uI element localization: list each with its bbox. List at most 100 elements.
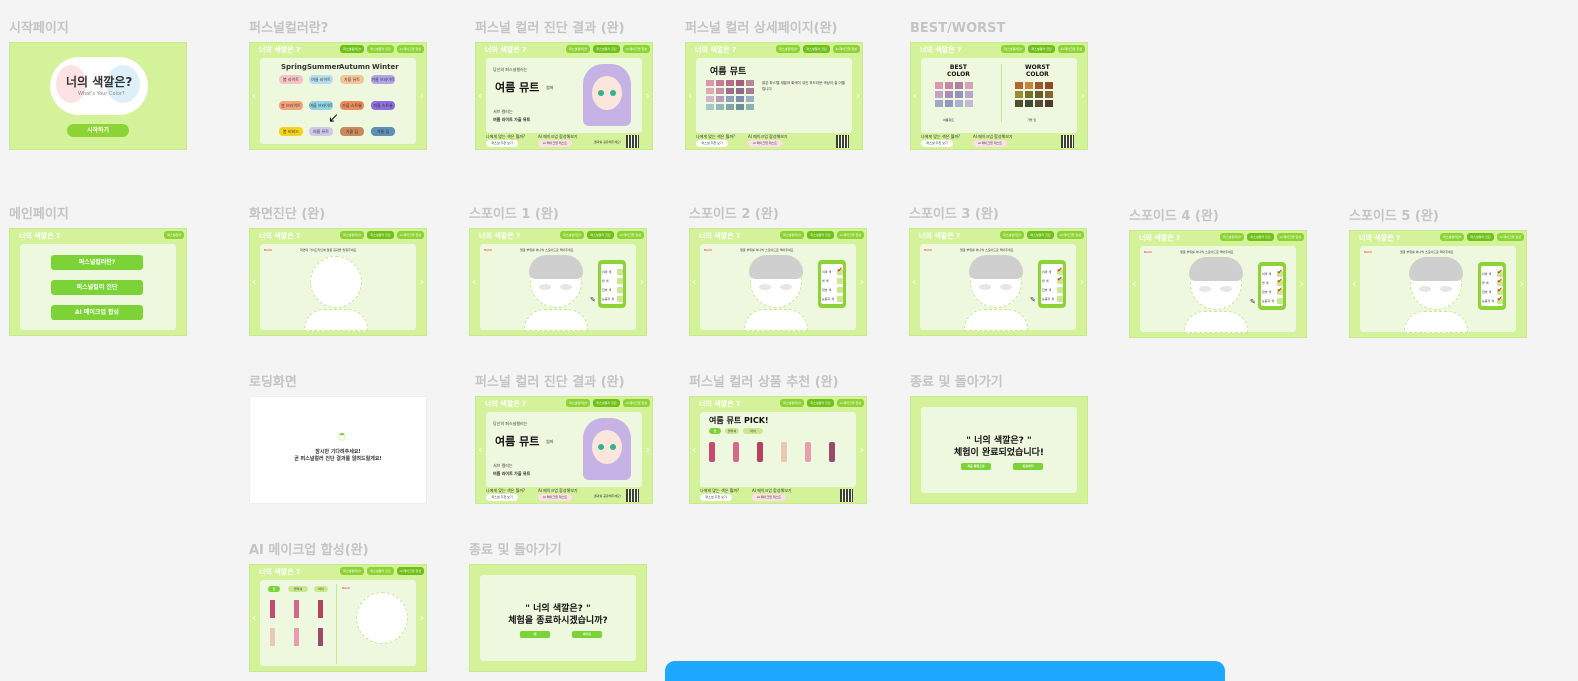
tab-ai-makeup[interactable]: AI 메이크업 합성 [1276, 233, 1304, 241]
tab-diagnosis[interactable]: 퍼스널컬러 진단 [807, 231, 834, 239]
next-arrow-icon[interactable]: › [420, 89, 424, 103]
ai-makeup-button[interactable]: AI 메이크업 테스트 [752, 494, 786, 501]
tab-ai-makeup[interactable]: AI 메이크업 합성 [836, 231, 864, 239]
check-box[interactable] [1277, 286, 1283, 295]
back-link[interactable]: BACK [1364, 250, 1372, 254]
exit-button[interactable]: 종료하기 [1013, 463, 1043, 470]
tab-diagnosis[interactable]: 퍼스널컬러 진단 [807, 399, 834, 407]
check-box[interactable] [617, 287, 623, 293]
tab-diagnosis[interactable]: 퍼스널컬러 진단 [1247, 233, 1274, 241]
tab-ai-makeup[interactable]: AI 메이크업 합성 [1496, 233, 1524, 241]
check-box[interactable] [1497, 295, 1503, 304]
next-arrow-icon[interactable]: › [860, 443, 864, 457]
frame-screen-diagnosis[interactable]: 너의 색깔은 ? 퍼스널컬러란? 퍼스널컬러 진단 AI 메이크업 합성 BACK … [249, 228, 427, 336]
back-link[interactable]: BACK [704, 248, 712, 252]
product-image[interactable] [270, 628, 275, 646]
next-arrow-icon[interactable]: › [1520, 277, 1524, 291]
next-arrow-icon[interactable]: › [1300, 277, 1304, 291]
yes-button[interactable]: 예 [520, 631, 550, 638]
frame-ai-makeup[interactable]: 너의 색깔은 ? 퍼스널컬러란? 퍼스널컬러 진단 AI 메이크업 합성 립 블러셔… [249, 564, 427, 672]
check-box[interactable] [837, 296, 843, 302]
product-image[interactable] [757, 442, 763, 462]
frame-end-1[interactable]: " 너의 색깔은? " 체험이 완료되었습니다! 처음 화면으로 종료하기 [910, 396, 1088, 504]
chip-summer-bright[interactable]: 여름 브라이트 [309, 101, 333, 110]
tab-lip[interactable]: 립 [709, 428, 721, 434]
frame-spoid-5[interactable]: 너의 색깔은 ? 퍼스널컬러란? 퍼스널컬러 진단 AI 메이크업 합성 BACK … [1349, 230, 1527, 338]
tab-personal-color[interactable]: 퍼스널컬러란? [780, 231, 805, 239]
frame-recommend[interactable]: 너의 색깔은 ? 퍼스널컬러란? 퍼스널컬러 진단 AI 메이크업 합성 여름 뮤트… [689, 396, 867, 504]
chip-autumn-deep[interactable]: 가을 딥 [340, 127, 364, 136]
tab-ai-makeup[interactable]: AI 메이크업 합성 [1056, 231, 1084, 239]
tab-lip[interactable]: 립 [268, 586, 280, 592]
product-image[interactable] [270, 600, 275, 618]
prev-arrow-icon[interactable]: ‹ [252, 89, 256, 103]
chip-autumn-strong[interactable]: 가을 스트롱 [340, 101, 364, 110]
prev-arrow-icon[interactable]: ‹ [1132, 277, 1136, 291]
check-box[interactable] [1277, 298, 1283, 304]
tab-personal-color[interactable]: 퍼스널컬러란? [776, 45, 801, 53]
tab-personal-color[interactable]: 퍼스널컬러란? [340, 567, 365, 575]
check-box[interactable] [617, 296, 623, 302]
menu-ai-makeup-button[interactable]: AI 메이크업 합성 [51, 305, 143, 320]
check-box[interactable] [1057, 296, 1063, 302]
eyedropper-icon[interactable]: ✎ [1030, 296, 1036, 304]
frame-result-2[interactable]: 너의 색깔은 ? 퍼스널컬러란? 퍼스널컬러 진단 AI 메이크업 합성 당신의 퍼… [475, 396, 653, 504]
tab-ai-makeup[interactable]: AI 메이크업 합성 [832, 45, 860, 53]
tab-personal-color[interactable]: 퍼스널컬러란? [566, 399, 591, 407]
tab-diagnosis[interactable]: 퍼스널컬러 진단 [803, 45, 830, 53]
next-arrow-icon[interactable]: › [420, 275, 424, 289]
recommend-button[interactable]: 퍼스널 추천 보기 [700, 494, 732, 501]
frame-spoid-2[interactable]: 너의 색깔은 ? 퍼스널컬러란? 퍼스널컬러 진단 AI 메이크업 합성 BACK … [689, 228, 867, 336]
tab-blusher[interactable]: 블러셔 [725, 428, 739, 434]
tab-blusher[interactable]: 블러셔 [288, 586, 308, 592]
chip-spring-bright[interactable]: 봄 브라이트 [279, 101, 303, 110]
frame-best-worst[interactable]: 너의 색깔은 ? 퍼스널컬러란? 퍼스널컬러 진단 AI 메이크업 합성 BEST … [910, 42, 1088, 150]
prev-arrow-icon[interactable]: ‹ [913, 89, 917, 103]
prev-arrow-icon[interactable]: ‹ [478, 443, 482, 457]
tab-personal-color[interactable]: 퍼스널컬러란? [566, 45, 591, 53]
chip-winter-strong[interactable]: 겨울 스트롱 [371, 101, 395, 110]
tab-personal-color[interactable]: 퍼스널컬러란? [1001, 45, 1026, 53]
eyedropper-icon[interactable]: ✎ [590, 296, 596, 304]
tab-eye[interactable]: 아이 [314, 586, 328, 592]
tab-ai-makeup[interactable]: AI 메이크업 합성 [1057, 45, 1085, 53]
chip-winter-deep[interactable]: 겨울 딥 [371, 127, 395, 136]
check-box[interactable] [837, 287, 843, 293]
product-image[interactable] [318, 628, 323, 646]
tab-diagnosis[interactable]: 퍼스널컬러 진단 [1027, 231, 1054, 239]
check-box[interactable] [617, 278, 623, 284]
tab-personal-color[interactable]: 퍼스널컬러란? [1000, 231, 1025, 239]
frame-end-2[interactable]: " 너의 색깔은? " 체험을 종료하시겠습니까? 예 아니요 [469, 564, 647, 672]
prev-arrow-icon[interactable]: ‹ [478, 89, 482, 103]
menu-diagnosis-button[interactable]: 퍼스널컬러 진단 [51, 280, 143, 295]
tab-diagnosis[interactable]: 퍼스널컬러 진단 [593, 45, 620, 53]
home-button[interactable]: 처음 화면으로 [961, 463, 991, 470]
next-arrow-icon[interactable]: › [420, 611, 424, 625]
check-box[interactable] [1057, 287, 1063, 293]
recommend-button[interactable]: 퍼스널 추천 보기 [921, 140, 953, 147]
frame-spoid-1[interactable]: 너의 색깔은 ? 퍼스널컬러란? 퍼스널컬러 진단 AI 메이크업 합성 BACK … [469, 228, 647, 336]
back-link[interactable]: BACK [264, 248, 272, 252]
next-arrow-icon[interactable]: › [860, 275, 864, 289]
tab-ai-makeup[interactable]: AI 메이크업 합성 [622, 399, 650, 407]
frame-detail[interactable]: 너의 색깔은 ? 퍼스널컬러란? 퍼스널컬러 진단 AI 메이크업 합성 여름 뮤트… [685, 42, 863, 150]
product-image[interactable] [294, 628, 299, 646]
next-arrow-icon[interactable]: › [646, 443, 650, 457]
bottom-toolbar[interactable] [665, 661, 1225, 681]
ai-makeup-button[interactable]: AI 메이크업 테스트 [748, 140, 782, 147]
chip-autumn-mute[interactable]: 가을 뮤트 [340, 75, 364, 84]
chip-winter-bright[interactable]: 겨울 브라이트 [371, 75, 395, 84]
tab-ai-makeup[interactable]: AI 메이크업 합성 [396, 567, 424, 575]
prev-arrow-icon[interactable]: ‹ [1352, 277, 1356, 291]
tab-personal-color[interactable]: 퍼스널컬러란? [1440, 233, 1465, 241]
tab-personal-color[interactable]: 퍼스널컬러란? [780, 399, 805, 407]
prev-arrow-icon[interactable]: ‹ [252, 611, 256, 625]
product-image[interactable] [318, 600, 323, 618]
ai-makeup-button[interactable]: AI 메이크업 테스트 [973, 140, 1007, 147]
frame-result-1[interactable]: 너의 색깔은 ? 퍼스널컬러란? 퍼스널컬러 진단 AI 메이크업 합성 당신의 퍼… [475, 42, 653, 150]
tab-diagnosis[interactable]: 퍼스널컬러 진단 [593, 399, 620, 407]
tab-ai-makeup[interactable]: AI 메이크업 합성 [396, 231, 424, 239]
prev-arrow-icon[interactable]: ‹ [472, 275, 476, 289]
product-image[interactable] [709, 442, 715, 462]
prev-arrow-icon[interactable]: ‹ [692, 443, 696, 457]
